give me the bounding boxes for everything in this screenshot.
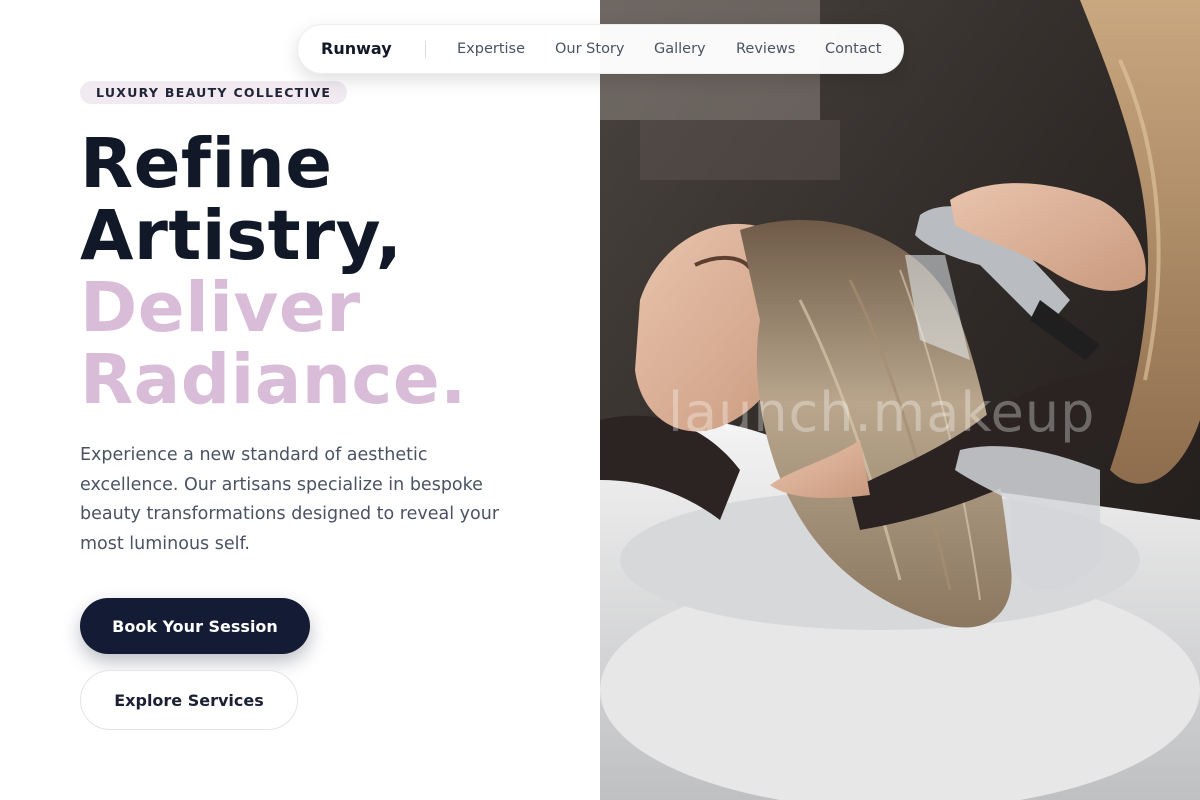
headline-line-4: Radiance. [80, 340, 467, 420]
hero-headline: Refine Artistry, Deliver Radiance. [80, 128, 580, 416]
nav-link-our-story[interactable]: Our Story [555, 25, 624, 73]
hero-badge: LUXURY BEAUTY COLLECTIVE [80, 81, 348, 104]
explore-services-button[interactable]: Explore Services [80, 670, 298, 730]
nav-link-contact[interactable]: Contact [825, 25, 881, 73]
hero-description: Experience a new standard of aesthetic e… [80, 445, 500, 554]
headline-line-3: Deliver [80, 268, 361, 348]
hero-content: LUXURY BEAUTY COLLECTIVE Refine Artistry… [0, 0, 600, 800]
landing-page: LUXURY BEAUTY COLLECTIVE Refine Artistry… [0, 0, 1200, 800]
top-navigation: Runway Expertise Our Story Gallery Revie… [297, 24, 904, 74]
brand-logo[interactable]: Runway [321, 25, 392, 73]
nav-link-reviews[interactable]: Reviews [736, 25, 795, 73]
book-session-button[interactable]: Book Your Session [80, 598, 310, 654]
salon-hair-wash-photo [600, 0, 1200, 800]
headline-line-2: Artistry, [80, 196, 403, 276]
headline-line-1: Refine [80, 124, 333, 204]
nav-link-gallery[interactable]: Gallery [654, 25, 706, 73]
nav-divider [425, 41, 426, 58]
nav-link-expertise[interactable]: Expertise [457, 25, 525, 73]
